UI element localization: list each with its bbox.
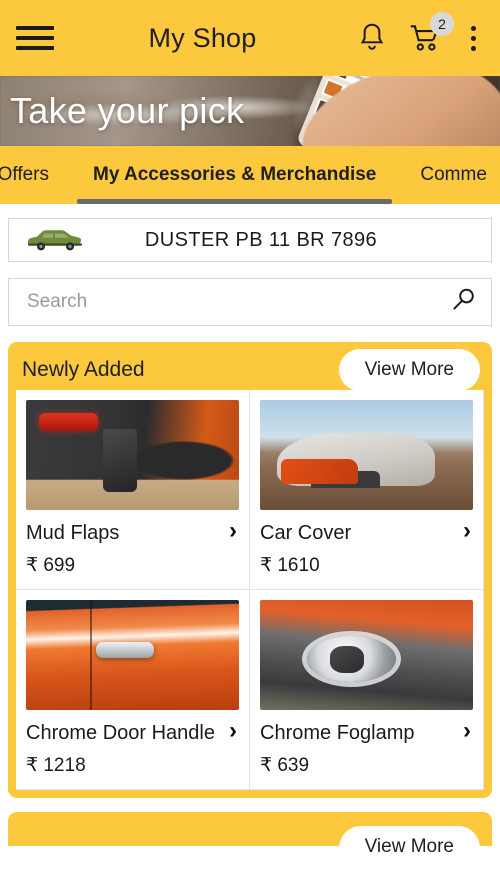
cart-badge: 2 — [430, 12, 454, 36]
search-icon[interactable] — [449, 286, 477, 319]
search-bar[interactable] — [8, 278, 492, 326]
page-title: My Shop — [148, 22, 257, 53]
product-name: Mud Flaps — [26, 522, 120, 544]
header-actions: 2 — [357, 12, 486, 55]
bell-icon[interactable] — [357, 22, 387, 54]
tab-my-accessories-and-merchandise[interactable]: My Accessories & Merchandise — [71, 146, 398, 204]
product-card[interactable]: Mud Flaps ₹ 699 › — [16, 390, 250, 590]
product-name: Chrome Door Handle — [26, 722, 215, 744]
phone-thumb — [331, 76, 351, 79]
kebab-dot — [471, 45, 476, 51]
product-grid: Mud Flaps ₹ 699 › Car Cover ₹ 1610 › Chr… — [16, 390, 484, 790]
next-section: View More — [8, 812, 492, 868]
car-cover-photo — [260, 400, 473, 510]
kebab-dot — [471, 25, 476, 31]
promo-banner[interactable]: Take your pick — [0, 76, 500, 146]
chevron-right-icon[interactable]: › — [229, 719, 237, 743]
product-price: ₹ 639 — [260, 755, 310, 776]
product-price: ₹ 1610 — [260, 555, 320, 576]
chrome-foglamp-photo — [260, 600, 473, 710]
vehicle-label: DUSTER PB 11 BR 7896 — [144, 228, 378, 251]
product-card[interactable]: Car Cover ₹ 1610 › — [250, 390, 484, 590]
tab-bar: r Offers My Accessories & Merchandise Co… — [0, 146, 500, 204]
tab-offers[interactable]: r Offers — [0, 146, 71, 204]
product-price: ₹ 1218 — [26, 755, 86, 776]
product-price: ₹ 699 — [26, 555, 76, 576]
chevron-right-icon[interactable]: › — [229, 519, 237, 543]
product-card[interactable]: Chrome Foglamp ₹ 639 › — [250, 590, 484, 790]
app-header: My Shop 2 — [0, 0, 500, 76]
chrome-door-handle-photo — [26, 600, 239, 710]
section-title: Newly Added — [22, 358, 145, 381]
page-body: DUSTER PB 11 BR 7896 Newly Added View Mo… — [0, 218, 500, 868]
search-input[interactable] — [27, 291, 449, 313]
product-name: Chrome Foglamp — [260, 722, 415, 744]
kebab-menu-icon[interactable] — [463, 22, 484, 55]
product-name: Car Cover — [260, 522, 352, 544]
chevron-right-icon[interactable]: › — [463, 519, 471, 543]
app-screen: My Shop 2 Take your pick Offers My Acces… — [0, 0, 500, 888]
view-more-button[interactable]: View More — [338, 826, 480, 868]
view-more-button[interactable]: View More — [338, 349, 480, 391]
product-card[interactable]: Chrome Door Handle ₹ 1218 › — [16, 590, 250, 790]
newly-added-section: Newly Added View More Mud Flaps ₹ 699 › … — [8, 342, 492, 798]
shopping-cart-icon[interactable]: 2 — [409, 12, 454, 53]
vehicle-selector[interactable]: DUSTER PB 11 BR 7896 — [8, 218, 492, 262]
section-header: Newly Added View More — [16, 349, 484, 391]
kebab-dot — [471, 35, 476, 41]
banner-headline: Take your pick — [10, 90, 245, 131]
tab-commercial[interactable]: Comme — [398, 146, 500, 204]
chevron-right-icon[interactable]: › — [463, 719, 471, 743]
mud-flaps-photo — [26, 400, 239, 510]
